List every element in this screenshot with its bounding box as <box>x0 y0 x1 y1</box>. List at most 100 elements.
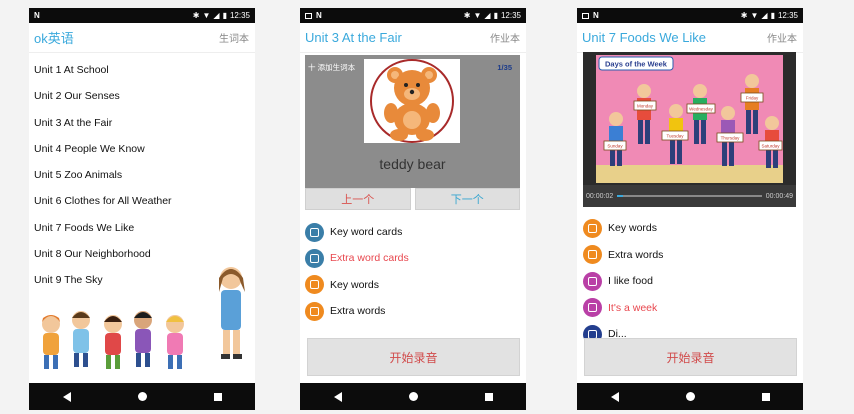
menu-item-extra-words[interactable]: Extra words <box>305 298 409 324</box>
unit-item[interactable]: Unit 4 People We Know <box>34 136 255 162</box>
card-icon <box>305 222 324 242</box>
menu-item-key-words[interactable]: Key words <box>583 215 663 242</box>
menu-item-label: Key words <box>330 278 380 291</box>
book-icon <box>305 301 324 321</box>
bluetooth-icon: ✱ <box>740 10 748 20</box>
menu-item-key-words[interactable]: Key words <box>305 272 409 298</box>
notification-icon: N <box>593 10 599 20</box>
video-player[interactable]: Days of the Week Monday Friday Tuesday W… <box>583 52 796 207</box>
day-sign: Friday <box>746 96 759 101</box>
lesson-menu: Key word cards Extra word cards Key word… <box>305 219 409 324</box>
screenshot-icon <box>305 12 312 19</box>
music-icon <box>583 271 602 291</box>
notification-icon: N <box>34 10 40 20</box>
wifi-icon: ▼ <box>750 10 759 20</box>
app-bar: Unit 7 Foods We Like 作业本 <box>577 23 803 53</box>
video-controls: 00:00:02 00:00:49 <box>583 185 796 207</box>
recent-apps-icon[interactable] <box>484 392 493 401</box>
back-icon[interactable] <box>610 391 619 402</box>
app-bar: Unit 3 At the Fair 作业本 <box>300 23 526 53</box>
current-time: 00:00:02 <box>586 192 614 200</box>
home-icon[interactable] <box>408 392 418 401</box>
menu-item-its-a-week[interactable]: It's a week <box>583 295 663 322</box>
unit-item[interactable]: Unit 7 Foods We Like <box>34 215 255 241</box>
day-sign: Monday <box>637 104 654 109</box>
menu-item-label: Key words <box>608 222 658 235</box>
unit-item[interactable]: Unit 3 At the Fair <box>34 110 255 136</box>
unit-item[interactable]: Unit 6 Clothes for All Weather <box>34 188 255 214</box>
day-sign: Saturday <box>761 144 780 149</box>
menu-item-label: Key word cards <box>330 226 403 239</box>
teddy-bear-image <box>364 59 460 143</box>
signal-icon: ◢ <box>213 10 220 20</box>
progress-slider[interactable] <box>617 195 762 197</box>
unit-title: Unit 7 Foods We Like <box>582 30 707 45</box>
next-button[interactable]: 下一个 <box>414 188 520 210</box>
navigation-bar <box>300 383 526 410</box>
homework-book-button[interactable]: 作业本 <box>490 30 520 45</box>
day-sign: Tuesday <box>666 134 684 139</box>
book-icon <box>583 218 602 238</box>
menu-item-extra-word-cards[interactable]: Extra word cards <box>305 245 409 271</box>
phone-screen-video-lesson: N ✱ ▼ ◢ ▮ 12:35 Unit 7 Foods We Like 作业本… <box>577 8 803 410</box>
status-bar: N ✱ ▼ ◢ ▮ 12:35 <box>300 8 526 23</box>
signal-icon: ◢ <box>761 10 768 20</box>
battery-icon: ▮ <box>770 10 775 20</box>
back-icon[interactable] <box>333 391 342 402</box>
app-title: ok英语 <box>34 31 74 46</box>
book-icon <box>583 245 602 265</box>
day-sign: Sunday <box>607 144 623 149</box>
card-counter: 1/35 <box>497 63 512 72</box>
menu-item-extra-words[interactable]: Extra words <box>583 242 663 269</box>
menu-item-label: Extra word cards <box>330 252 409 265</box>
menu-item-label: I like food <box>608 275 653 288</box>
home-icon[interactable] <box>137 392 147 401</box>
clock: 12:35 <box>500 11 521 20</box>
lesson-menu: Key words Extra words I like food It's a… <box>583 215 663 348</box>
progress-fill <box>617 195 624 197</box>
start-recording-button[interactable]: 开始录音 <box>584 338 797 376</box>
unit-title: Unit 3 At the Fair <box>305 30 402 45</box>
bluetooth-icon: ✱ <box>192 10 200 20</box>
book-icon <box>305 275 324 295</box>
homework-book-button[interactable]: 作业本 <box>767 30 797 45</box>
navigation-bar <box>29 383 255 410</box>
battery-icon: ▮ <box>222 10 227 20</box>
status-bar: N ✱ ▼ ◢ ▮ 12:35 <box>577 8 803 23</box>
music-icon <box>583 298 602 318</box>
days-of-week-video-frame: Days of the Week Monday Friday Tuesday W… <box>596 55 783 183</box>
unit-item[interactable]: Unit 2 Our Senses <box>34 83 255 109</box>
card-icon <box>305 248 324 268</box>
app-bar: ok英语 生词本 <box>29 23 255 53</box>
start-recording-button[interactable]: 开始录音 <box>307 338 520 376</box>
video-caption: Days of the Week <box>605 60 668 69</box>
word-label: teddy bear <box>379 156 446 172</box>
unit-item[interactable]: Unit 5 Zoo Animals <box>34 162 255 188</box>
day-sign: Wednesday <box>689 107 713 112</box>
add-to-vocabulary-button[interactable]: 十 添加生词本 <box>308 62 355 73</box>
clock: 12:35 <box>229 11 250 20</box>
phone-screen-word-cards: N ✱ ▼ ◢ ▮ 12:35 Unit 3 At the Fair 作业本 十… <box>300 8 526 410</box>
wifi-icon: ▼ <box>202 10 211 20</box>
menu-item-key-word-cards[interactable]: Key word cards <box>305 219 409 245</box>
card-navigation: 上一个 下一个 <box>305 188 520 210</box>
menu-item-label: Extra words <box>608 248 664 261</box>
screenshot-icon <box>582 12 589 19</box>
home-icon[interactable] <box>685 392 695 401</box>
recent-apps-icon[interactable] <box>761 392 770 401</box>
navigation-bar <box>577 383 803 410</box>
menu-item-i-like-food[interactable]: I like food <box>583 268 663 295</box>
status-bar: N ✱ ▼ ◢ ▮ 12:35 <box>29 8 255 23</box>
unit-item[interactable]: Unit 1 At School <box>34 57 255 83</box>
signal-icon: ◢ <box>484 10 491 20</box>
clock: 12:35 <box>777 11 798 20</box>
total-time: 00:00:49 <box>765 192 793 200</box>
menu-item-label: It's a week <box>608 301 658 314</box>
word-card[interactable]: 十 添加生词本 1/35 teddy bear <box>305 55 520 188</box>
previous-button[interactable]: 上一个 <box>305 188 411 210</box>
back-icon[interactable] <box>62 391 71 402</box>
phone-screen-unit-list: N ✱ ▼ ◢ ▮ 12:35 ok英语 生词本 Unit 1 At Schoo… <box>29 8 255 410</box>
vocabulary-book-button[interactable]: 生词本 <box>219 30 249 45</box>
recent-apps-icon[interactable] <box>213 392 222 401</box>
notification-icon: N <box>316 10 322 20</box>
